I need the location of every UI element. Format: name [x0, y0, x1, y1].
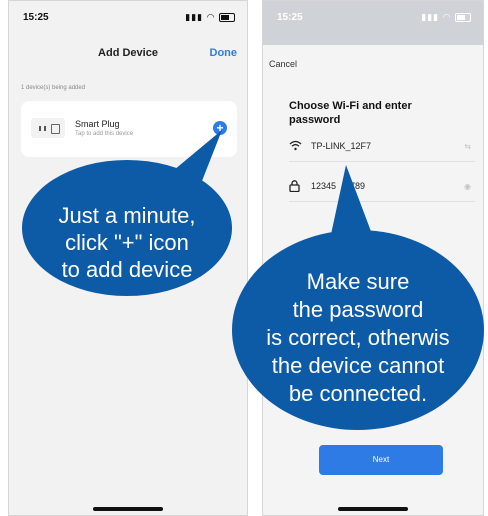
- battery-icon: [219, 13, 235, 23]
- left-callout-text: Just a minute, click "+" icon to add dev…: [58, 203, 196, 282]
- done-button[interactable]: Done: [210, 47, 238, 59]
- lock-icon: [289, 180, 300, 195]
- device-name: Smart Plug: [75, 119, 120, 129]
- left-callout: Just a minute, click "+" icon to add dev…: [22, 160, 232, 296]
- status-icons: ▮▮▮ ◠: [185, 12, 235, 23]
- status-time: 15:25: [277, 12, 303, 23]
- password-end: 789: [350, 181, 366, 191]
- eye-icon[interactable]: ◉: [464, 182, 471, 191]
- password-value: 12345 789: [311, 181, 365, 191]
- status-bar: 15:25 ▮▮▮ ◠: [9, 1, 247, 29]
- wifi-icon: [289, 140, 302, 154]
- status-icons: ▮▮▮ ◠: [421, 12, 471, 23]
- right-callout: Make sure the password is correct, other…: [232, 230, 484, 430]
- next-button[interactable]: Next: [319, 445, 443, 475]
- wifi-name: TP-LINK_12F7: [311, 141, 372, 151]
- wifi-select-row[interactable]: TP-LINK_12F7 ⇆: [289, 137, 475, 162]
- cancel-button[interactable]: Cancel: [269, 59, 297, 69]
- smart-plug-icon: [31, 118, 65, 138]
- adding-count-text: 1 device(s) being added: [21, 85, 86, 91]
- wifi-heading: Choose Wi-Fi and enter password: [289, 100, 412, 126]
- home-indicator: [93, 507, 163, 511]
- right-callout-text: Make sure the password is correct, other…: [266, 269, 450, 406]
- password-field[interactable]: 12345 789 ◉: [289, 177, 475, 202]
- status-time: 15:25: [23, 12, 49, 23]
- password-start: 12345: [311, 181, 337, 191]
- device-subtitle: Tap to add this device: [75, 131, 134, 137]
- battery-icon: [455, 13, 471, 23]
- device-card[interactable]: Smart Plug Tap to add this device +: [21, 101, 237, 157]
- add-device-button[interactable]: +: [213, 121, 227, 135]
- home-indicator: [338, 507, 408, 511]
- wifi-switch-icon[interactable]: ⇆: [464, 142, 471, 151]
- status-bar: 15:25 ▮▮▮ ◠: [263, 1, 483, 45]
